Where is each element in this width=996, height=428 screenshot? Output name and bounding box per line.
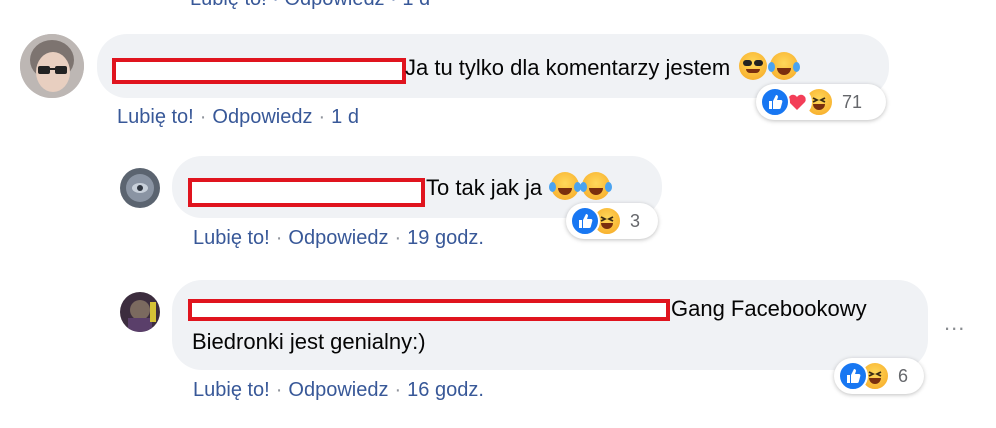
- comment-actions: Lubię to! · Odpowiedz · 19 godz.: [193, 227, 484, 249]
- timestamp-link[interactable]: 16 godz.: [407, 379, 484, 401]
- previous-comment-actions: Lubię to! · Odpowiedz · 1 d: [190, 0, 430, 11]
- reactions-summary[interactable]: 6: [834, 358, 924, 394]
- comment-text: To tak jak ja: [426, 175, 543, 200]
- comment-actions: Lubię to! · Odpowiedz · 16 godz.: [193, 379, 484, 401]
- like-icon: [760, 87, 790, 117]
- comment-text: Ja tu tylko dla komentarzy jestem: [405, 55, 731, 80]
- avatar[interactable]: [120, 292, 160, 332]
- reaction-count: 6: [898, 365, 909, 386]
- comment-actions: Lubię to! · Odpowiedz · 1 d: [117, 106, 359, 128]
- reply-link[interactable]: Odpowiedz: [212, 106, 312, 128]
- like-link[interactable]: Lubię to!: [117, 106, 194, 128]
- joy-emoji-icon: [580, 172, 613, 200]
- redacted-author-name: [188, 178, 425, 207]
- like-icon: [838, 361, 868, 391]
- like-icon: [570, 206, 600, 236]
- comment-text-line1: Gang Facebookowy: [671, 296, 867, 321]
- comment-text-line2: Biedronki jest genialny:): [192, 329, 426, 354]
- comment-bubble: Gang Facebookowy Biedronki jest genialny…: [172, 280, 928, 370]
- like-link[interactable]: Lubię to!: [193, 227, 270, 249]
- reactions-summary[interactable]: 3: [566, 203, 658, 239]
- reaction-count: 3: [630, 210, 641, 231]
- reaction-count: 71: [842, 91, 863, 112]
- previous-actions-text: Lubię to! · Odpowiedz · 1 d: [190, 0, 430, 10]
- redacted-author-name: [112, 58, 406, 84]
- timestamp-link[interactable]: 1 d: [331, 106, 359, 128]
- more-options-icon[interactable]: ...: [944, 310, 965, 336]
- avatar[interactable]: [120, 168, 160, 208]
- like-link[interactable]: Lubię to!: [193, 379, 270, 401]
- sunglasses-emoji-icon: [739, 52, 768, 80]
- reply-link[interactable]: Odpowiedz: [288, 227, 388, 249]
- joy-emoji-icon: [768, 52, 801, 80]
- reply-link[interactable]: Odpowiedz: [288, 379, 388, 401]
- redacted-author-name: [188, 299, 670, 321]
- timestamp-link[interactable]: 19 godz.: [407, 227, 484, 249]
- joy-emoji-icon: [549, 172, 582, 200]
- avatar[interactable]: [20, 34, 84, 98]
- reactions-summary[interactable]: 71: [756, 84, 886, 120]
